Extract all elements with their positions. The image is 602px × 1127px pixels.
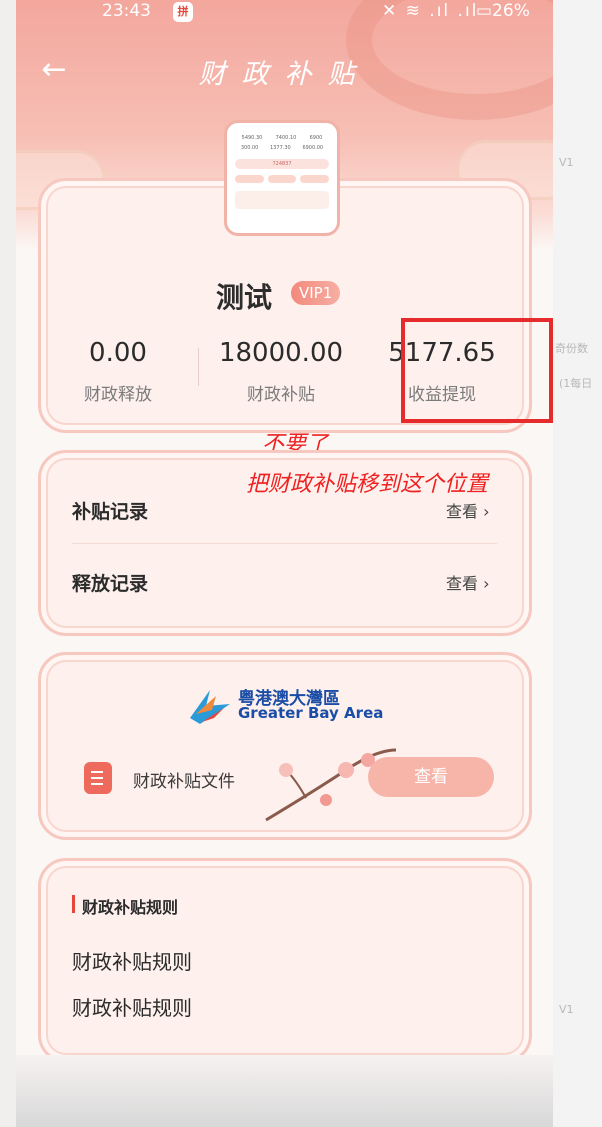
rules-accent-bar [72, 895, 75, 913]
records-divider [72, 543, 497, 544]
thumbnail-value: 300.00 [240, 145, 259, 151]
notification-app-icon: 拼 [173, 2, 193, 22]
thumbnail-row-2: 300.00 1377.30 6900.00 [235, 145, 329, 151]
right-strip-text-4: V1 [559, 1003, 574, 1016]
signal-icons: ✕ ≋ .ıl .ıl [382, 1, 479, 21]
battery-icon: ▭26% [476, 1, 530, 21]
stat-subsidy-label: 财政补贴 [247, 385, 315, 405]
rule-item-2: 财政补贴规则 [72, 996, 192, 1020]
thumbnail-value: 6900.00 [302, 145, 324, 151]
left-background-strip [0, 0, 16, 1127]
status-time: 23:43 [102, 1, 151, 21]
stat-divider [198, 348, 199, 386]
greater-bay-area-logo: 粤港澳大灣區 Greater Bay Area [186, 684, 386, 728]
status-bar: 23:43 拼 ✕ ≋ .ıl .ıl ▭26% [16, 0, 553, 26]
release-record-label[interactable]: 释放记录 [72, 569, 148, 596]
stat-release-label: 财政释放 [84, 385, 152, 405]
right-strip-text-2: 奇份数 [555, 342, 588, 355]
thumbnail-value: 1377.30 [270, 145, 291, 151]
rule-item-1: 财政补贴规则 [72, 950, 192, 974]
stat-release-value: 0.00 [89, 338, 147, 368]
right-strip-text-1: V1 [559, 156, 574, 169]
thumbnail-bar-text: 724837 [272, 161, 292, 167]
thumbnail-value: 5490.30 [241, 135, 263, 141]
page-title: 财政补贴 [198, 59, 371, 90]
phone-screen: 23:43 拼 ✕ ≋ .ıl .ıl ▭26% ← 财政补贴 5490.30 … [16, 0, 553, 1127]
thumbnail-bar: 724837 [235, 159, 329, 169]
profile-thumbnail[interactable]: 5490.30 7400.10 6900 300.00 1377.30 6900… [224, 120, 340, 236]
rules-title: 财政补贴规则 [82, 898, 179, 917]
subsidy-record-view-link[interactable]: 查看 › [446, 498, 490, 522]
thumbnail-pills [235, 175, 330, 183]
gba-english-text: Greater Bay Area [238, 704, 384, 722]
thumbnail-bottom [235, 191, 329, 209]
thumbnail-row-1: 5490.30 7400.10 6900 [235, 135, 329, 141]
annotation-line-2-overlay: 把财政补贴移到这个位置 [246, 472, 489, 497]
right-strip-text-3: (1每日 [559, 377, 593, 390]
nav-bar: ← 财政补贴 [16, 46, 553, 92]
annotation-highlight-box [401, 318, 553, 423]
vip-badge: VIP1 [291, 281, 341, 305]
profile-name: 测试 [216, 281, 273, 314]
right-background-strip: V1 奇份数 (1每日 V1 [553, 0, 602, 1127]
subsidy-record-label[interactable]: 补贴记录 [72, 497, 148, 524]
thumbnail-value: 6900 [309, 135, 323, 141]
stat-subsidy-value: 18000.00 [218, 338, 344, 368]
gba-star-icon [190, 690, 230, 724]
release-record-view-link[interactable]: 查看 › [446, 570, 490, 594]
subsidy-document-label: 财政补贴文件 [133, 772, 235, 792]
bottom-fade [16, 1055, 553, 1127]
document-icon [84, 762, 112, 794]
thumbnail-value: 7400.10 [275, 135, 297, 141]
view-document-button[interactable]: 查看 [368, 757, 494, 797]
